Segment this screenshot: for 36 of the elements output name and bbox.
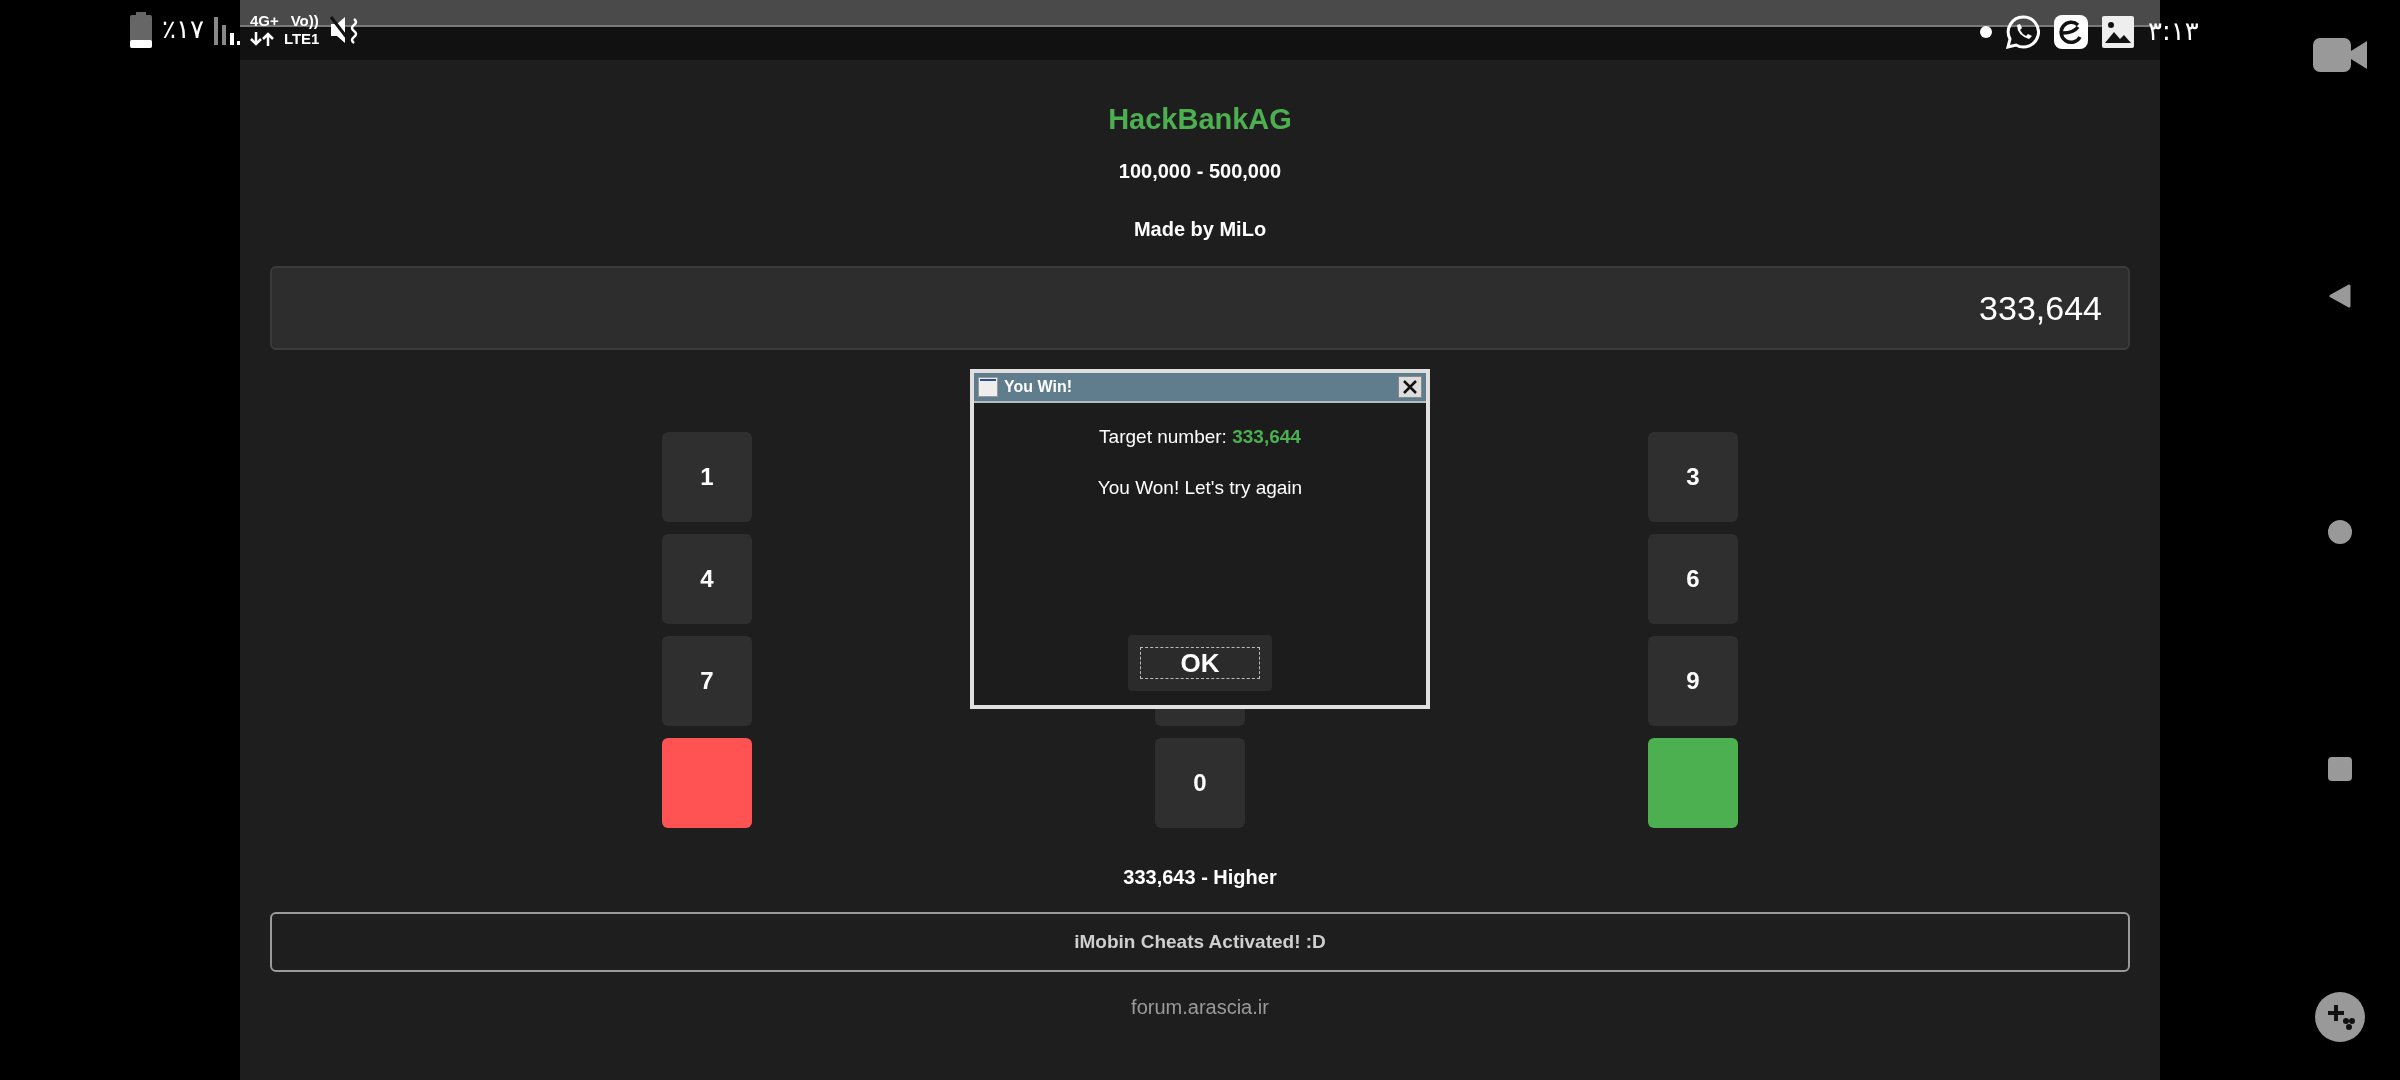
gamepad-icon[interactable]: [2315, 992, 2365, 1042]
digit-key[interactable]: 0: [1155, 738, 1245, 828]
back-icon[interactable]: [2329, 283, 2351, 308]
signal-icon: [213, 14, 240, 45]
close-button[interactable]: [1398, 376, 1422, 398]
cheats-banner[interactable]: iMobin Cheats Activated! :D: [270, 912, 2130, 972]
window-icon: [978, 377, 998, 397]
notification-dot-icon: [1980, 25, 1992, 38]
lte-label: LTE1: [283, 31, 320, 46]
network-type: 4G+: [249, 13, 279, 28]
digit-key[interactable]: 1: [662, 432, 752, 522]
home-icon[interactable]: [2327, 519, 2353, 545]
digit-key[interactable]: 3: [1648, 432, 1738, 522]
volte-label: Vo)): [290, 13, 319, 28]
ok-button[interactable]: OK: [1128, 635, 1272, 691]
close-icon: [1403, 380, 1417, 394]
battery-percentage: ٪١٧: [162, 13, 204, 46]
hint-text: 333,643 - Higher: [1123, 865, 1277, 890]
credit-text: Made by MiLo: [1133, 217, 1267, 242]
target-number-text: Target number: 333,644: [1099, 425, 1301, 449]
chat-bubble-icon: [2006, 14, 2040, 49]
digit-key[interactable]: 7: [662, 636, 752, 726]
clock-time: ٣:١٣: [2148, 15, 2199, 48]
number-display: 333,644: [270, 266, 2130, 350]
digit-key[interactable]: 6: [1648, 534, 1738, 624]
recents-icon[interactable]: [2328, 756, 2352, 781]
video-camera-icon[interactable]: [2313, 38, 2367, 72]
win-message: You Won! Let's try again: [1097, 475, 1303, 500]
footer-link[interactable]: forum.arascia.ir: [1131, 992, 1269, 1022]
dialog-title: You Win!: [1004, 377, 1072, 397]
app-title: HackBankAG: [1108, 102, 1292, 137]
range-text: 100,000 - 500,000: [1118, 159, 1282, 184]
digit-key[interactable]: 9: [1648, 636, 1738, 726]
digit-key[interactable]: 4: [662, 534, 752, 624]
battery-icon: [130, 11, 152, 48]
data-arrows-icon: [249, 31, 274, 46]
